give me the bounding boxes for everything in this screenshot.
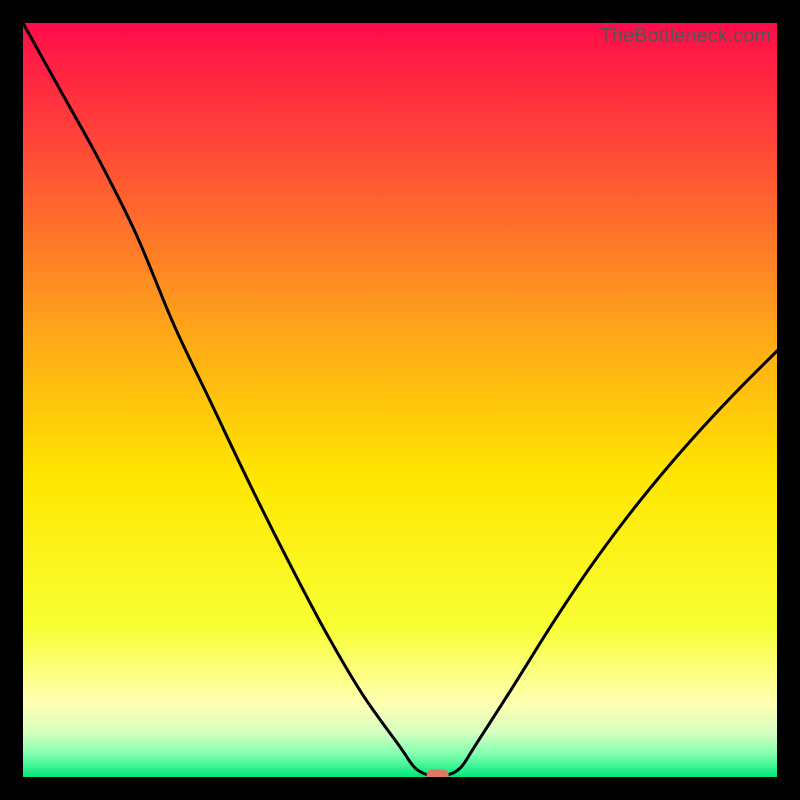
optimal-marker — [427, 769, 449, 777]
bottleneck-curve-chart — [23, 23, 777, 777]
watermark-text: TheBottleneck.com — [600, 25, 771, 48]
plot-area: TheBottleneck.com — [23, 23, 777, 777]
gradient-background — [23, 23, 777, 777]
chart-frame: TheBottleneck.com — [0, 0, 800, 800]
